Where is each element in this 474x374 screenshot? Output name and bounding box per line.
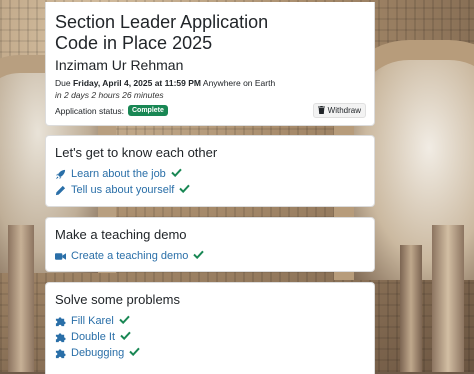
task-label: Debugging [71, 347, 125, 359]
status-badge: Complete [127, 105, 168, 116]
section-card-teaching-demo: Make a teaching demo Create a teaching d… [45, 217, 375, 272]
check-icon [120, 331, 131, 343]
section-heading: Solve some problems [55, 292, 180, 307]
withdraw-label: Withdraw [327, 106, 361, 115]
puzzle-icon [55, 332, 66, 343]
title-line-1: Section Leader Application [55, 12, 269, 32]
check-icon [119, 315, 130, 327]
title-line-2: Code in Place 2025 [55, 33, 213, 53]
due-date: Friday, April 4, 2025 at 11:59 PM [72, 78, 201, 88]
page-title: Section Leader Application Code in Place… [55, 12, 295, 54]
task-fill-karel[interactable]: Fill Karel [55, 315, 130, 327]
applicant-name: Inzimam Ur Rehman [55, 57, 184, 73]
check-icon [171, 168, 182, 180]
status-label: Application status: [55, 105, 124, 116]
task-label: Fill Karel [71, 315, 114, 327]
section-card-solve-problems: Solve some problems Fill Karel Double It… [45, 282, 375, 374]
puzzle-icon [55, 316, 66, 327]
check-icon [193, 250, 205, 262]
stone-column-right [432, 225, 464, 372]
due-date-line: Due Friday, April 4, 2025 at 11:59 PM An… [55, 78, 275, 88]
task-label: Create a teaching demo [71, 250, 189, 262]
stone-column-right-inner [400, 245, 422, 372]
due-timezone: Anywhere on Earth [202, 78, 276, 88]
task-tell-about-yourself[interactable]: Tell us about yourself [55, 184, 191, 196]
task-label: Learn about the job [71, 168, 166, 180]
application-card: Section Leader Application Code in Place… [45, 2, 375, 126]
section-heading: Make a teaching demo [55, 227, 187, 242]
due-prefix: Due [55, 78, 71, 88]
time-remaining: in 2 days 2 hours 26 minutes [55, 90, 164, 100]
task-label: Double It [71, 331, 116, 343]
pencil-icon [55, 185, 66, 196]
task-label: Tell us about yourself [71, 184, 175, 196]
trash-icon [317, 105, 325, 116]
section-card-get-to-know: Let's get to know each other Learn about… [45, 135, 375, 207]
withdraw-button[interactable]: Withdraw [312, 103, 366, 118]
task-double-it[interactable]: Double It [55, 331, 131, 343]
check-icon [179, 184, 191, 196]
section-heading: Let's get to know each other [55, 145, 218, 160]
check-icon [129, 347, 140, 359]
task-debugging[interactable]: Debugging [55, 347, 140, 359]
task-learn-about-job[interactable]: Learn about the job [55, 168, 182, 180]
video-icon [55, 251, 66, 262]
stone-column-left [8, 225, 34, 372]
rocket-icon [55, 169, 66, 180]
application-status: Application status: Complete [55, 105, 168, 116]
task-create-teaching-demo[interactable]: Create a teaching demo [55, 250, 205, 262]
puzzle-icon [55, 348, 66, 359]
